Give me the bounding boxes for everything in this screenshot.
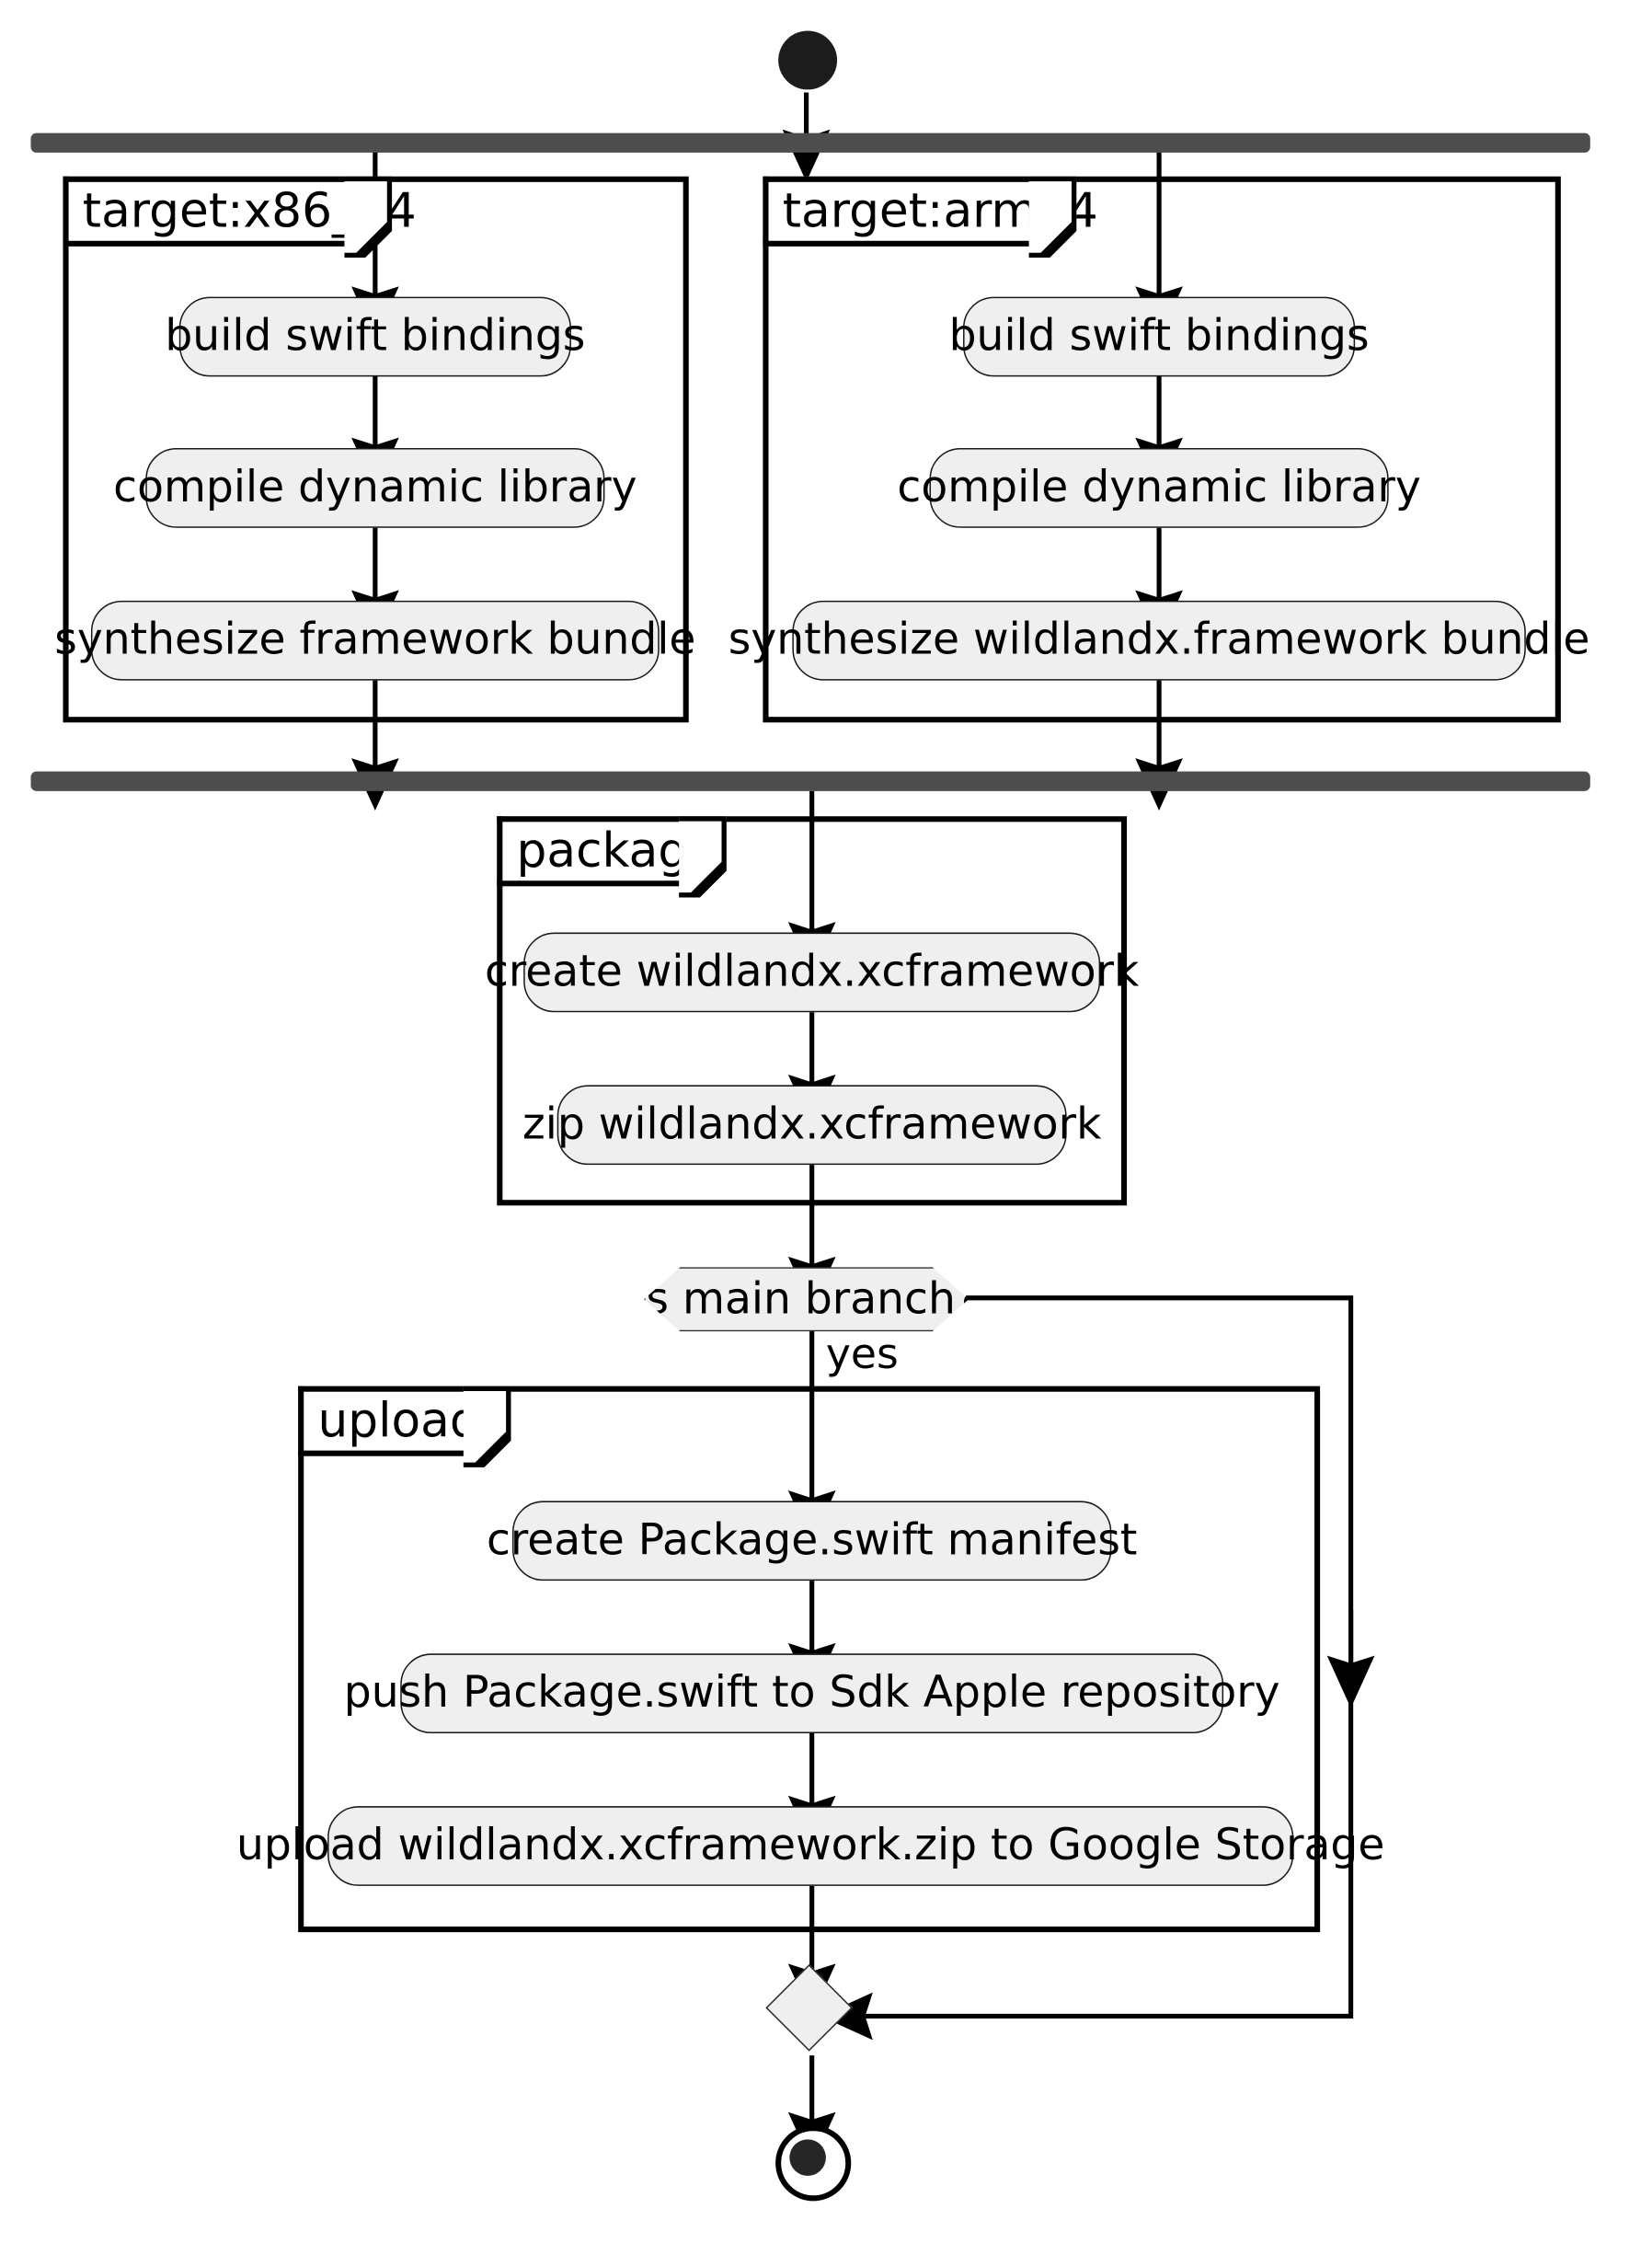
activity-create-wildlandx-xcframework: create wildlandx.xcframework <box>485 932 1139 1013</box>
activity-label: build swift bindings <box>948 310 1370 362</box>
activity-label: synthesize wildlandx.framework bundle <box>728 615 1590 665</box>
activity-diagram-canvas: target:x86_64 build swift bindings compi… <box>0 0 1652 2243</box>
end-node-core <box>789 2139 826 2176</box>
activity-create-package-swift-manifest: create Package.swift manifest <box>487 1501 1137 1582</box>
partition-label-text: upload <box>317 1393 480 1450</box>
activity-label: upload wildlandx.xcframework.zip to Goog… <box>235 1820 1385 1871</box>
fork-bar <box>30 132 1590 153</box>
activity-label: synthesize framework bundle <box>54 615 696 665</box>
activity-label: zip wildlandx.xcframework <box>522 1098 1102 1150</box>
partition-notch-icon <box>679 816 727 898</box>
decision-is-main-branch: is main branch? <box>644 1267 969 1331</box>
activity-label: compile dynamic library <box>897 462 1421 512</box>
start-node <box>778 30 838 90</box>
partition-notch-icon <box>344 176 393 259</box>
activity-label: compile dynamic library <box>113 462 637 512</box>
join-bar <box>30 771 1590 791</box>
activity-push-package-swift-to-sdk-apple-repository: push Package.swift to Sdk Apple reposito… <box>344 1653 1280 1734</box>
partition-label-package: package <box>497 816 727 898</box>
activity-build-swift-bindings-arm64: build swift bindings <box>949 296 1370 377</box>
partition-notch-icon <box>463 1386 511 1467</box>
activity-label: build swift bindings <box>165 310 586 362</box>
partition-label-upload: upload <box>298 1386 511 1467</box>
activity-label: create Package.swift manifest <box>486 1514 1138 1566</box>
partition-notch-icon <box>1028 176 1077 259</box>
partition-label-target-arm64: target:arm64 <box>763 176 1098 259</box>
activity-label: push Package.swift to Sdk Apple reposito… <box>343 1667 1280 1719</box>
activity-zip-wildlandx-xcframework: zip wildlandx.xcframework <box>522 1085 1101 1166</box>
activity-build-swift-bindings-x86: build swift bindings <box>165 296 585 377</box>
activity-compile-dynamic-library-x86: compile dynamic library <box>113 447 637 528</box>
activity-label: create wildlandx.xcframework <box>484 946 1140 997</box>
activity-synthesize-framework-bundle-x86: synthesize framework bundle <box>54 600 695 681</box>
decision-label: is main branch? <box>634 1273 979 1325</box>
activity-upload-wildlandx-xcframework-zip-to-google-storage: upload wildlandx.xcframework.zip to Goog… <box>236 1806 1384 1886</box>
activity-synthesize-wildlandx-framework-bundle-arm64: synthesize wildlandx.framework bundle <box>728 600 1589 681</box>
edge-label-yes: yes <box>825 1329 899 1380</box>
partition-label-target-x86-64: target:x86_64 <box>63 176 417 259</box>
activity-compile-dynamic-library-arm64: compile dynamic library <box>897 447 1421 528</box>
merge-diamond <box>765 1963 853 2052</box>
